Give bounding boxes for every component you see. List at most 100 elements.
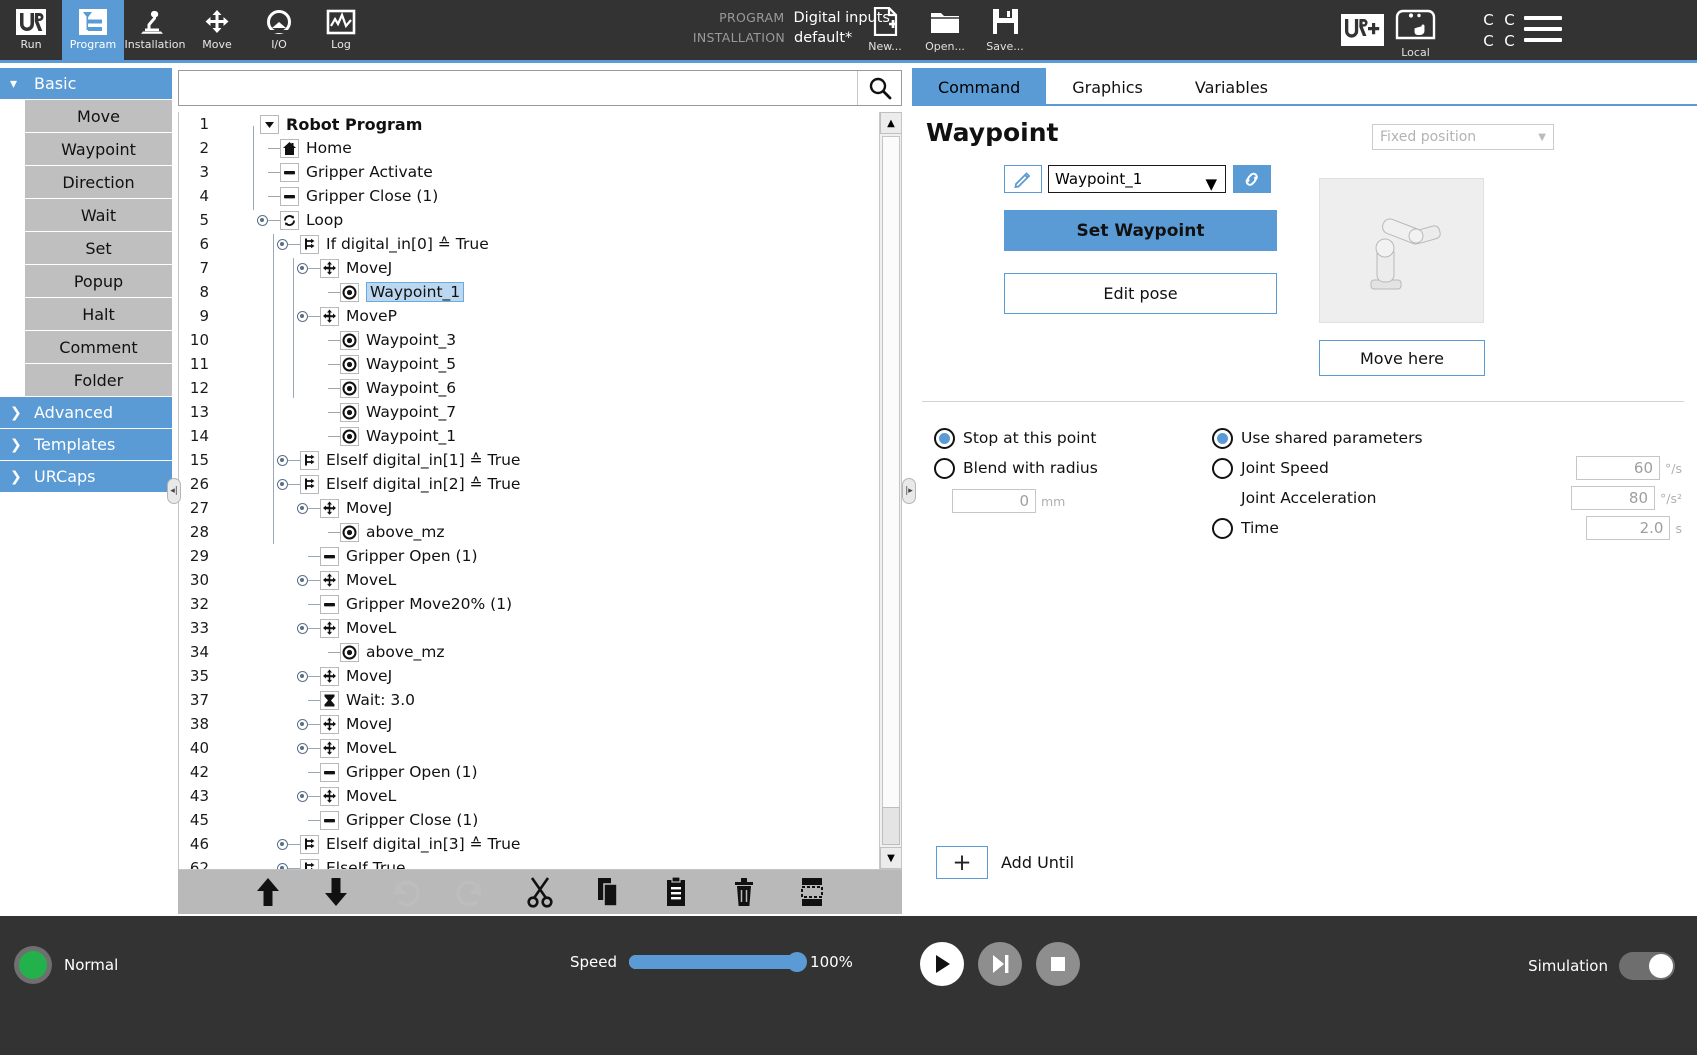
tree-row[interactable]: 34 above_mz [179, 640, 881, 664]
blend-radius-row[interactable]: Blend with radius [934, 453, 1184, 483]
tree-expand-toggle[interactable] [297, 670, 308, 682]
stop-at-point-radio[interactable] [934, 427, 955, 449]
step-icon[interactable] [978, 942, 1022, 986]
tree-row[interactable]: 15 ElseIf digital_in[1] ≙ True [179, 448, 881, 472]
tree-expand-toggle[interactable] [277, 862, 288, 869]
sidebar-collapse-handle[interactable]: ◂| [167, 478, 181, 504]
tree-row[interactable]: 35 MoveJ [179, 664, 881, 688]
sidebar-group-advanced[interactable]: ❯ Advanced [0, 397, 172, 429]
joint-acceleration-input[interactable]: 80 [1571, 486, 1655, 510]
sidebar-item-set[interactable]: Set [25, 232, 172, 265]
tree-expand-toggle[interactable] [297, 310, 308, 322]
cc-grid-indicator[interactable]: C C C C [1478, 9, 1520, 51]
nav-tab-installation[interactable]: Installation [124, 0, 186, 60]
robot-state-indicator[interactable]: Normal [14, 946, 118, 984]
suppress-icon[interactable] [790, 873, 834, 911]
plus-icon[interactable]: + [936, 846, 988, 879]
tree-expand-toggle[interactable] [297, 790, 308, 802]
tree-row[interactable]: 27 MoveJ [179, 496, 881, 520]
new-program-button[interactable]: New... [855, 4, 915, 53]
redo-icon[interactable] [450, 873, 494, 911]
tree-row[interactable]: 9 MoveP [179, 304, 881, 328]
joint-speed-input[interactable]: 60 [1576, 456, 1661, 480]
ur-plus-icon[interactable] [1341, 14, 1384, 50]
tree-row[interactable]: 10 Waypoint_3 [179, 328, 881, 352]
copy-icon[interactable] [586, 873, 630, 911]
tree-expand-toggle[interactable] [277, 478, 288, 490]
tree-expand-toggle[interactable] [297, 502, 308, 514]
tree-row[interactable]: 2 Home [179, 136, 881, 160]
tree-expand-toggle[interactable] [297, 742, 308, 754]
tab-graphics[interactable]: Graphics [1046, 68, 1169, 106]
tree-scroll-up-button[interactable]: ▲ [880, 112, 901, 134]
tree-row[interactable]: 3 Gripper Activate [179, 160, 881, 184]
use-shared-parameters-radio[interactable] [1212, 427, 1233, 449]
tree-scrollbar[interactable]: ▲ ▼ [879, 112, 901, 869]
tree-row[interactable]: 13 Waypoint_7 [179, 400, 881, 424]
link-chain-icon[interactable] [1233, 165, 1271, 193]
move-up-icon[interactable] [246, 873, 290, 911]
tree-expand-toggle[interactable] [297, 718, 308, 730]
speed-slider[interactable] [629, 952, 808, 972]
joint-speed-radio[interactable] [1212, 457, 1233, 479]
tree-row[interactable]: 11 Waypoint_5 [179, 352, 881, 376]
tree-row[interactable]: 26 ElseIf digital_in[2] ≙ True [179, 472, 881, 496]
tree-row[interactable]: 43 MoveL [179, 784, 881, 808]
fixed-position-dropdown[interactable]: Fixed position ▼ [1372, 124, 1554, 150]
tree-expand-toggle[interactable] [277, 454, 288, 466]
tree-row[interactable]: 38 MoveJ [179, 712, 881, 736]
tab-variables[interactable]: Variables [1169, 68, 1294, 106]
edit-pose-button[interactable]: Edit pose [1004, 273, 1277, 314]
blend-radius-radio[interactable] [934, 457, 955, 479]
sidebar-item-comment[interactable]: Comment [25, 331, 172, 364]
sidebar-group-urcaps[interactable]: ❯ URCaps [0, 461, 172, 493]
tree-panel-collapse-handle[interactable]: |▸ [902, 478, 916, 504]
sidebar-item-wait[interactable]: Wait [25, 199, 172, 232]
move-down-icon[interactable] [314, 873, 358, 911]
search-input[interactable] [179, 71, 857, 105]
move-here-button[interactable]: Move here [1319, 340, 1485, 376]
time-input[interactable]: 2.0 [1586, 516, 1671, 540]
tree-row[interactable]: 37 Wait: 3.0 [179, 688, 881, 712]
nav-tab-log[interactable]: Log [310, 0, 372, 60]
undo-icon[interactable] [382, 873, 426, 911]
open-program-button[interactable]: Open... [915, 4, 975, 53]
tree-row[interactable]: 7 MoveJ [179, 256, 881, 280]
paste-icon[interactable] [654, 873, 698, 911]
stop-at-point-row[interactable]: Stop at this point [934, 423, 1184, 453]
delete-trash-icon[interactable] [722, 873, 766, 911]
tree-expand-toggle[interactable] [297, 574, 308, 586]
time-radio[interactable] [1212, 517, 1233, 539]
sidebar-item-direction[interactable]: Direction [25, 166, 172, 199]
tree-row[interactable]: 4 Gripper Close (1) [179, 184, 881, 208]
sidebar-item-move[interactable]: Move [25, 100, 172, 133]
tree-expand-toggle[interactable] [297, 262, 308, 274]
local-control-button[interactable]: Local [1394, 8, 1437, 59]
tree-row[interactable]: 42 Gripper Open (1) [179, 760, 881, 784]
sidebar-item-waypoint[interactable]: Waypoint [25, 133, 172, 166]
tree-row[interactable]: 33 MoveL [179, 616, 881, 640]
tree-expand-toggle[interactable] [257, 214, 268, 226]
set-waypoint-button[interactable]: Set Waypoint [1004, 210, 1277, 251]
search-icon[interactable] [857, 71, 901, 105]
nav-tab-program[interactable]: Program [62, 0, 124, 60]
tree-row[interactable]: 6 If digital_in[0] ≙ True [179, 232, 881, 256]
tree-row[interactable]: 30 MoveL [179, 568, 881, 592]
tree-scroll-down-button[interactable]: ▼ [880, 847, 901, 869]
speed-slider-knob[interactable] [787, 952, 808, 972]
nav-tab-io[interactable]: I/O [248, 0, 310, 60]
tree-row[interactable]: 32 Gripper Move20% (1) [179, 592, 881, 616]
sidebar-item-folder[interactable]: Folder [25, 364, 172, 397]
use-shared-parameters-row[interactable]: Use shared parameters [1212, 423, 1682, 453]
tree-row[interactable]: 28 above_mz [179, 520, 881, 544]
tree-row[interactable]: 62 ElseIf True [179, 856, 881, 869]
sidebar-group-basic[interactable]: ▾ Basic [0, 68, 172, 100]
tree-row[interactable]: 1 Robot Program [179, 112, 881, 136]
nav-tab-move[interactable]: Move [186, 0, 248, 60]
tree-row[interactable]: 12 Waypoint_6 [179, 376, 881, 400]
tab-command[interactable]: Command [912, 68, 1047, 106]
save-program-button[interactable]: Save... [975, 4, 1035, 53]
waypoint-name-dropdown[interactable]: Waypoint_1 ▼ [1048, 165, 1226, 193]
sidebar-item-popup[interactable]: Popup [25, 265, 172, 298]
tree-row[interactable]: 40 MoveL [179, 736, 881, 760]
